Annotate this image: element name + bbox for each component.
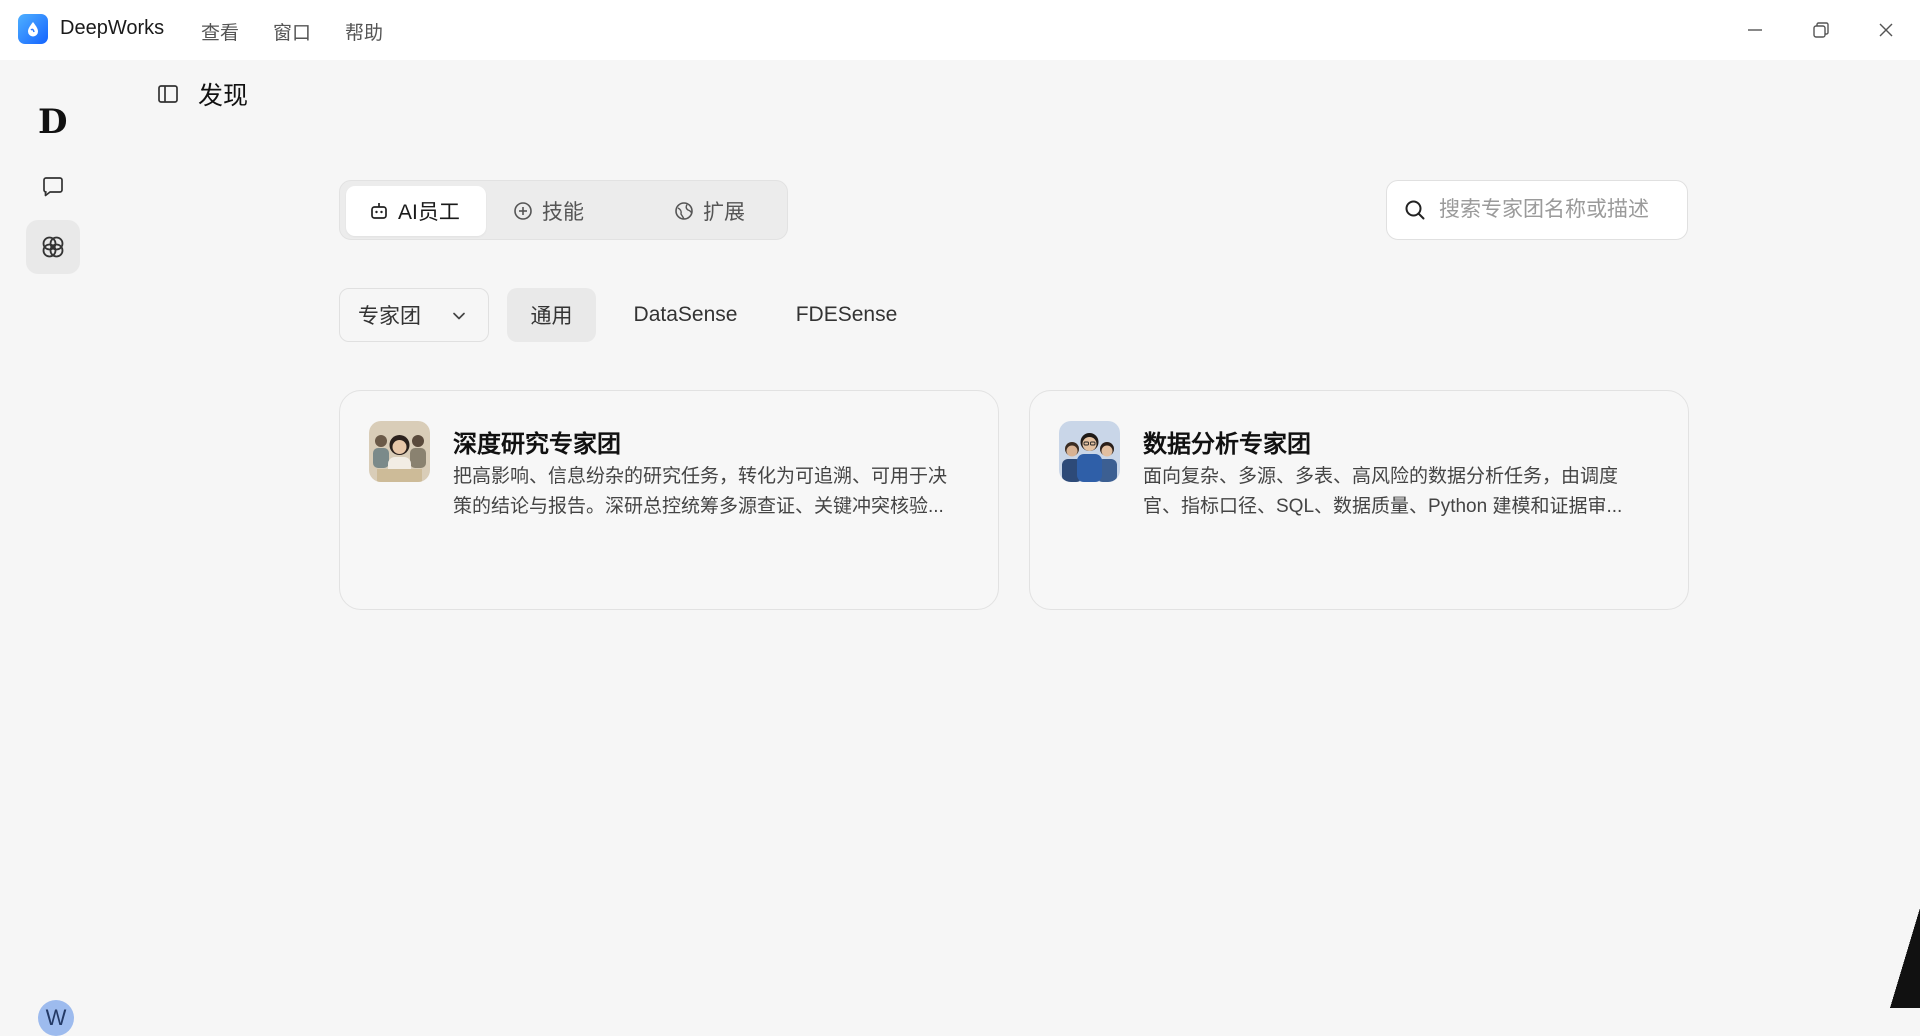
globe-icon	[673, 200, 695, 222]
card-title: 深度研究专家团	[453, 424, 621, 459]
title-bar: DeepWorks 查看 窗口 帮助	[0, 0, 1920, 60]
discover-nav-button[interactable]	[26, 220, 80, 274]
minimize-button[interactable]	[1733, 10, 1777, 50]
discover-icon	[39, 233, 67, 261]
chat-bubble-icon	[40, 174, 66, 200]
sidebar-rail: D W	[0, 60, 110, 1008]
category-tabs: AI员工 技能 扩展	[339, 180, 788, 240]
filter-fdesense[interactable]: FDESense	[778, 288, 915, 342]
minimize-icon	[1746, 21, 1764, 39]
close-icon	[1877, 21, 1895, 39]
chevron-down-icon	[450, 307, 468, 325]
tab-ai-employees[interactable]: AI员工	[346, 186, 486, 236]
plus-circle-icon	[512, 200, 534, 222]
card-title: 数据分析专家团	[1143, 424, 1311, 459]
search-icon	[1403, 198, 1427, 222]
menu-help[interactable]: 帮助	[345, 18, 383, 45]
filter-general[interactable]: 通用	[507, 288, 596, 342]
team-type-dropdown[interactable]: 专家团	[339, 288, 489, 342]
restore-icon	[1811, 20, 1831, 40]
team-avatar	[1059, 421, 1120, 482]
team-card[interactable]: 数据分析专家团 面向复杂、多源、多表、高风险的数据分析任务，由调度官、指标口径、…	[1029, 390, 1689, 610]
menu-view[interactable]: 查看	[201, 18, 239, 45]
search-input[interactable]	[1439, 198, 1679, 222]
restore-button[interactable]	[1799, 10, 1843, 50]
menu-window[interactable]: 窗口	[273, 18, 311, 45]
tab-label: 技能	[542, 196, 584, 226]
brand-logo: D	[38, 102, 67, 142]
close-button[interactable]	[1864, 10, 1908, 50]
filter-datasense[interactable]: DataSense	[615, 288, 756, 342]
sidebar-toggle-button[interactable]	[156, 82, 180, 106]
team-avatar	[369, 421, 430, 482]
page-header: 发现	[156, 76, 248, 112]
search-box	[1386, 180, 1688, 240]
page-title: 发现	[198, 76, 248, 112]
app-logo-icon	[18, 14, 48, 44]
tab-label: AI员工	[398, 196, 460, 226]
app-name: DeepWorks	[60, 17, 164, 40]
team-card[interactable]: 深度研究专家团 把高影响、信息纷杂的研究任务，转化为可追溯、可用于决策的结论与报…	[339, 390, 999, 610]
tab-extensions[interactable]: 扩展	[673, 186, 783, 236]
card-description: 把高影响、信息纷杂的研究任务，转化为可追溯、可用于决策的结论与报告。深研总控统筹…	[453, 462, 963, 522]
dropdown-value: 专家团	[358, 300, 421, 330]
chat-nav-button[interactable]	[26, 160, 80, 214]
tab-skills[interactable]: 技能	[512, 186, 622, 236]
sidebar-toggle-icon	[156, 82, 180, 106]
robot-icon	[368, 200, 390, 222]
tab-label: 扩展	[703, 196, 745, 226]
user-avatar[interactable]: W	[38, 1000, 74, 1036]
card-description: 面向复杂、多源、多表、高风险的数据分析任务，由调度官、指标口径、SQL、数据质量…	[1143, 462, 1653, 522]
window-corner	[1890, 908, 1920, 1008]
